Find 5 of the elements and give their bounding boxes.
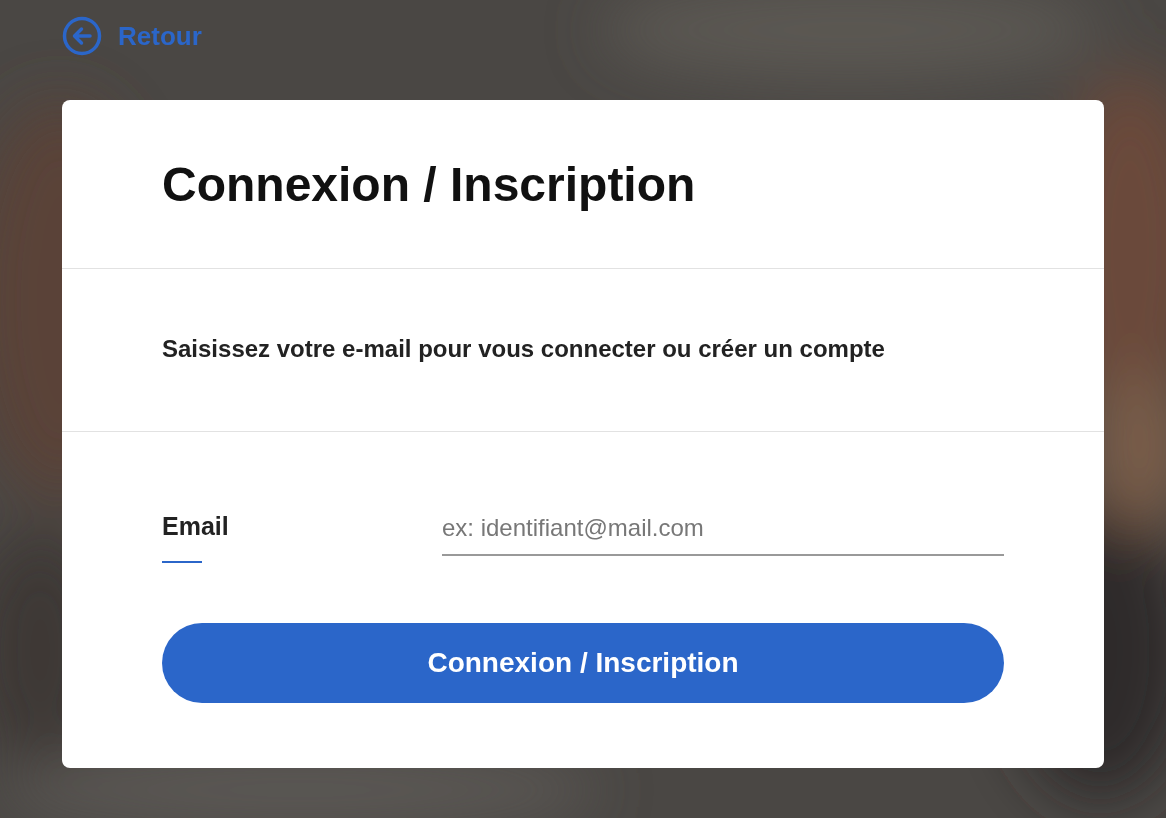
- card-subtitle: Saisissez votre e-mail pour vous connecter ou créer un compte: [162, 335, 885, 364]
- card-title: Connexion / Inscription: [162, 156, 696, 212]
- email-input[interactable]: ex: identifiant@mail.com: [442, 512, 1004, 556]
- login-button[interactable]: Connexion / Inscription: [162, 623, 1004, 703]
- email-label: Email: [162, 512, 230, 541]
